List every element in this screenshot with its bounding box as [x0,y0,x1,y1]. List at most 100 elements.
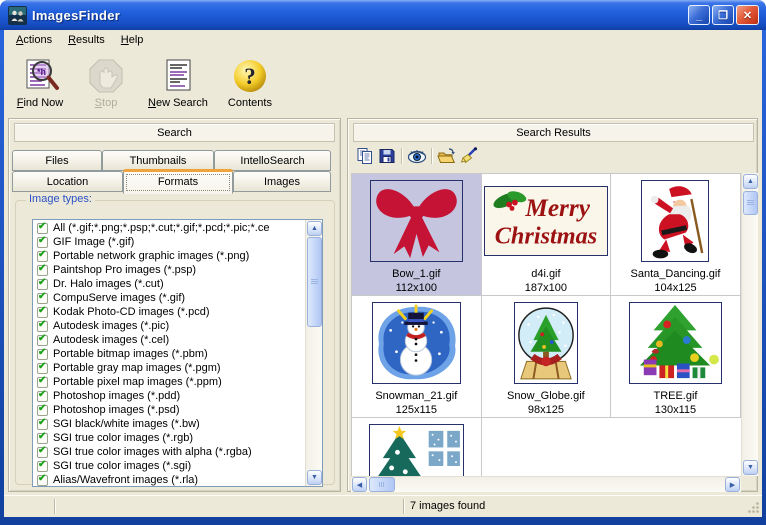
checkbox-checked-icon[interactable] [37,431,48,444]
open-button[interactable] [436,146,458,166]
result-thumbnail-snow-globe[interactable]: Snow_Globe.gif 98x125 [481,296,612,418]
tab-row-1: Files Thumbnails IntelloSearch [12,150,331,171]
scrollbar-thumb[interactable] [743,191,758,215]
thumbnail-size: 130x115 [654,404,697,416]
result-thumbnail-merry-christmas[interactable]: Merry Christmas d4i.gif 187x100 [481,174,612,296]
thumbnail-art-dancing-santa [641,179,710,262]
toolbar-separator [431,148,433,164]
format-item[interactable]: Portable gray map images (*.pgm) [34,361,305,375]
format-item[interactable]: SGI true color images with alpha (*.rgba… [34,445,305,459]
tab-thumbnails[interactable]: Thumbnails [102,150,214,171]
thumbnail-area [371,296,461,389]
svg-text:*h: *h [37,67,46,77]
contents-button[interactable]: ? Contents [222,55,278,111]
result-thumbnail-tree[interactable]: TREE.gif 130x115 [611,296,741,418]
preview-eye-icon [407,150,427,164]
format-item[interactable]: Portable network graphic images (*.png) [34,249,305,263]
checkbox-checked-icon[interactable] [37,361,48,374]
toolbar-separator [401,148,403,164]
open-folder-icon [437,148,456,163]
checkbox-checked-icon[interactable] [37,389,48,402]
copy-icon [357,148,372,164]
tab-files[interactable]: Files [12,150,102,171]
format-item[interactable]: Photoshop images (*.pdd) [34,389,305,403]
format-item[interactable]: Alias/Wavefront images (*.rla) [34,473,305,486]
result-thumbnail-snowman[interactable]: Snowman_21.gif 125x115 [352,296,482,418]
clear-button[interactable] [458,146,480,166]
scroll-down-icon[interactable]: ▼ [307,470,322,485]
scroll-down-icon[interactable]: ▼ [743,460,758,475]
image-types-listbox: All (*.gif;*.png;*.psp;*.cut;*.gif;*.pcd… [32,219,323,487]
scrollbar-thumb[interactable] [307,237,322,327]
stop-button[interactable]: Stop [78,55,134,111]
result-thumbnail-partial[interactable] [352,418,482,476]
result-thumbnail-santa[interactable]: Santa_Dancing.gif 104x125 [611,174,741,296]
menu-help[interactable]: Help [113,32,152,48]
minimize-button[interactable]: _ [688,5,710,25]
format-item[interactable]: Photoshop images (*.psd) [34,403,305,417]
format-item[interactable]: CompuServe images (*.gif) [34,291,305,305]
find-now-button[interactable]: *h Find Now [12,55,68,111]
scroll-up-icon[interactable]: ▲ [743,174,758,189]
scrollbar-thumb[interactable] [369,477,395,492]
results-horizontal-scrollbar[interactable]: ◀ ▶ [351,476,741,492]
tab-images[interactable]: Images [233,171,331,192]
results-vertical-scrollbar[interactable]: ▲ ▼ [741,173,758,476]
scroll-up-icon[interactable]: ▲ [307,221,322,236]
tab-intellosearch[interactable]: IntelloSearch [214,150,331,171]
resize-grip[interactable] [747,501,760,514]
format-item[interactable]: Autodesk images (*.pic) [34,319,305,333]
thumbnail-grid: Bow_1.gif 112x100 Merry Christmas d4i.gi [351,173,741,476]
thumbnail-size: 104x125 [654,282,697,294]
format-item[interactable]: SGI true color images (*.sgi) [34,459,305,473]
checkbox-checked-icon[interactable] [37,319,48,332]
format-item[interactable]: Portable pixel map images (*.ppm) [34,375,305,389]
save-button[interactable] [376,146,398,166]
thumbnail-size: 187x100 [524,282,567,294]
maximize-button[interactable]: ❐ [712,5,734,25]
thumbnail-name: Snow_Globe.gif [507,390,585,402]
scroll-right-icon[interactable]: ▶ [725,477,740,492]
format-item[interactable]: SGI black/white images (*.bw) [34,417,305,431]
format-item[interactable]: Autodesk images (*.cel) [34,333,305,347]
result-thumbnail-bow[interactable]: Bow_1.gif 112x100 [352,174,482,296]
checkbox-checked-icon[interactable] [37,235,48,248]
format-item[interactable]: SGI true color images (*.rgb) [34,431,305,445]
thumbnail-area: Merry Christmas [483,174,608,267]
checkbox-checked-icon[interactable] [37,403,48,416]
checkbox-checked-icon[interactable] [37,291,48,304]
format-item[interactable]: All (*.gif;*.png;*.psp;*.cut;*.gif;*.pcd… [34,221,305,235]
checkbox-checked-icon[interactable] [37,305,48,318]
new-search-button[interactable]: New Search [144,55,212,111]
titlebar[interactable]: ImagesFinder _ ❐ ✕ [0,0,766,30]
menu-results[interactable]: Results [60,32,113,48]
tab-location[interactable]: Location [12,171,123,192]
checkbox-checked-icon[interactable] [37,221,48,234]
checkbox-checked-icon[interactable] [37,249,48,262]
scroll-left-icon[interactable]: ◀ [352,477,367,492]
preview-button[interactable] [406,146,428,166]
copy-button[interactable] [354,146,376,166]
format-item[interactable]: Kodak Photo-CD images (*.pcd) [34,305,305,319]
thumbnail-art-merry-christmas: Merry Christmas [483,185,608,256]
checkbox-checked-icon[interactable] [37,347,48,360]
format-item[interactable]: GIF Image (*.gif) [34,235,305,249]
format-item[interactable]: Dr. Halo images (*.cut) [34,277,305,291]
close-button[interactable]: ✕ [736,5,759,25]
checkbox-checked-icon[interactable] [37,417,48,430]
format-item[interactable]: Portable bitmap images (*.pbm) [34,347,305,361]
checkbox-checked-icon[interactable] [37,459,48,472]
checkbox-checked-icon[interactable] [37,277,48,290]
checkbox-checked-icon[interactable] [37,333,48,346]
format-item[interactable]: Paintshop Pro images (*.psp) [34,263,305,277]
tab-row-2: Location Formats Images [12,169,331,194]
thumbnail-area [513,296,578,389]
tab-formats[interactable]: Formats [123,169,233,194]
checkbox-checked-icon[interactable] [37,473,48,486]
checkbox-checked-icon[interactable] [37,375,48,388]
checkbox-checked-icon[interactable] [37,445,48,458]
formats-list-scrollbar[interactable]: ▲ ▼ [305,220,322,486]
checkbox-checked-icon[interactable] [37,263,48,276]
menu-actions[interactable]: Actions [8,32,60,48]
thumbnail-size: 98x125 [527,404,564,416]
